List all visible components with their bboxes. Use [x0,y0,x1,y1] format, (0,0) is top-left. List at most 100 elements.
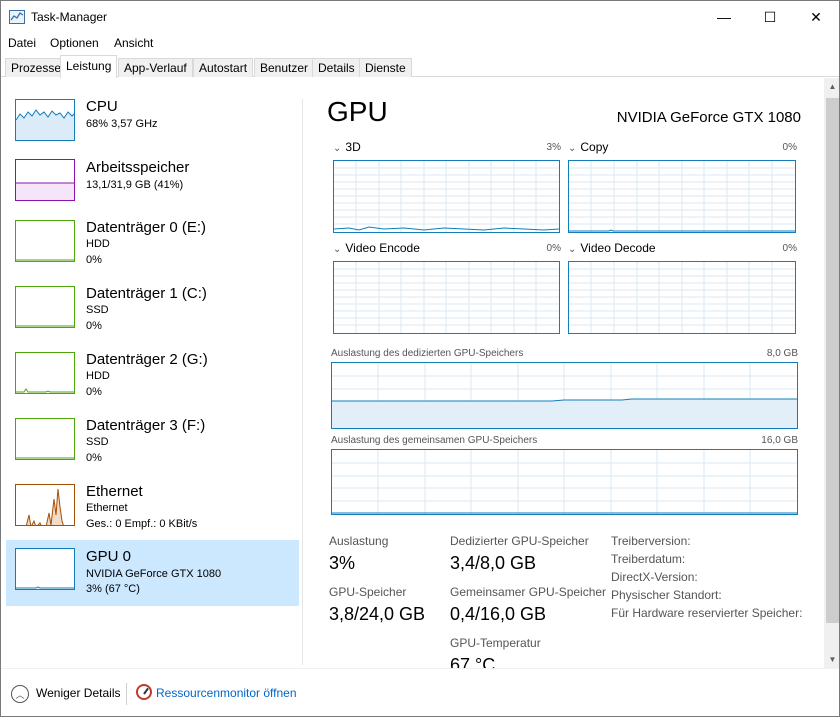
fewer-details-button[interactable]: Weniger Details [36,686,120,700]
sidebar-item-detail: Ges.: 0 Empf.: 0 KBit/s [86,518,198,530]
close-button[interactable]: ✕ [793,1,839,33]
scroll-thumb[interactable] [826,98,839,623]
disk-1-thumbnail-graph [15,286,75,328]
gpu-detail-panel: GPU NVIDIA GeForce GTX 1080 ⌄ 3D 3% ⌄ Copy… [303,78,825,668]
close-icon: ✕ [810,8,822,25]
sidebar-item-detail: 13,1/31,9 GB (41%) [86,179,184,191]
sidebar-item-detail: SSD [86,436,109,448]
tab-dienste[interactable]: Dienste [359,58,412,77]
tab-strip: Prozesse Leistung App-Verlauf Autostart … [1,55,839,78]
dedicated-memory-max: 8,0 GB [766,348,798,359]
vertical-scrollbar[interactable]: ▲ ▼ [824,78,839,668]
engine-name: Copy [580,140,609,154]
ethernet-thumbnail-graph [15,484,75,526]
property-physical-location: Physischer Standort: [611,588,722,602]
sidebar-item-detail: 0% [86,254,102,266]
engine-name: Video Encode [345,241,420,255]
disk-3-thumbnail-graph [15,418,75,460]
footer-bar: ︿ Weniger Details Ressourcenmonitor öffn… [1,668,839,716]
engine-selector-copy[interactable]: ⌄ Copy [568,140,608,154]
maximize-button[interactable]: ☐ [747,1,793,33]
sidebar-item-memory[interactable]: Arbeitsspeicher 13,1/31,9 GB (41%) [6,154,299,220]
property-directx-version: DirectX-Version: [611,570,698,584]
gpu-model-name: NVIDIA GeForce GTX 1080 [616,109,801,126]
sidebar-item-ethernet[interactable]: Ethernet Ethernet Ges.: 0 Empf.: 0 KBit/… [6,479,299,545]
chevron-down-icon: ⌄ [568,143,577,154]
task-manager-window: Task-Manager — ☐ ✕ Datei Optionen Ansich… [0,0,840,717]
sidebar-item-detail: NVIDIA GeForce GTX 1080 [86,568,222,580]
window-title: Task-Manager [31,10,108,24]
tab-app-verlauf[interactable]: App-Verlauf [118,58,193,77]
dedicated-gpu-memory-label: Dedizierter GPU-Speicher [450,534,589,548]
sidebar-item-title: Ethernet [86,483,143,500]
memory-thumbnail-graph [15,159,75,201]
minimize-icon: — [717,9,731,25]
sidebar-item-disk-3[interactable]: Datenträger 3 (F:) SSD 0% [6,413,299,479]
engine-graph-copy [568,160,796,233]
footer-separator [126,683,127,705]
engine-selector-3d[interactable]: ⌄ 3D [333,140,361,154]
maximize-icon: ☐ [763,8,777,25]
shared-memory-label: Auslastung des gemeinsamen GPU-Speichers [331,435,538,446]
engine-selector-video-encode[interactable]: ⌄ Video Encode [333,241,420,255]
menu-datei[interactable]: Datei [8,36,36,50]
shared-memory-max: 16,0 GB [761,435,798,446]
gpu-temperature-label: GPU-Temperatur [450,636,541,650]
tab-leistung[interactable]: Leistung [60,55,118,78]
gpu-0-thumbnail-graph [15,548,75,590]
dedicated-memory-label: Auslastung des dedizierten GPU-Speichers [331,348,524,359]
gpu-temperature-value: 67 °C [450,655,496,668]
sidebar-item-disk-1[interactable]: Datenträger 1 (C:) SSD 0% [6,281,299,347]
resource-monitor-icon[interactable] [136,684,152,700]
sidebar-item-detail: Ethernet [86,502,128,514]
sidebar-item-detail: 0% [86,452,102,464]
property-hardware-reserved-memory: Für Hardware reservierter Speicher: [611,606,803,620]
dedicated-gpu-memory-value: 3,4/8,0 GB [450,553,537,573]
sidebar-item-title: CPU [86,98,118,115]
chevron-up-icon[interactable]: ︿ [11,685,29,703]
menu-bar: Datei Optionen Ansicht [1,33,839,53]
sidebar-item-detail: HDD [86,238,110,250]
menu-optionen[interactable]: Optionen [50,36,99,50]
chevron-down-icon: ⌄ [333,244,342,255]
sidebar-item-disk-2[interactable]: Datenträger 2 (G:) HDD 0% [6,347,299,413]
tab-details[interactable]: Details [312,58,361,77]
sidebar-item-detail: 68% 3,57 GHz [86,118,158,130]
gpu-memory-label: GPU-Speicher [329,585,407,599]
engine-graph-3d [333,160,560,233]
tab-autostart[interactable]: Autostart [193,58,254,77]
tab-benutzer[interactable]: Benutzer [254,58,315,77]
scroll-down-arrow-icon[interactable]: ▼ [824,651,839,668]
chevron-down-icon: ⌄ [333,143,342,154]
engine-percent: 0% [782,243,797,254]
scroll-up-arrow-icon[interactable]: ▲ [824,78,839,95]
sidebar-item-detail: 3% (67 °C) [86,583,140,595]
gpu-memory-value: 3,8/24,0 GB [329,604,426,624]
property-driver-date: Treiberdatum: [611,552,686,566]
shared-gpu-memory-value: 0,4/16,0 GB [450,604,547,624]
property-driver-version: Treiberversion: [611,534,691,548]
open-resource-monitor-link[interactable]: Ressourcenmonitor öffnen [156,686,297,700]
engine-name: 3D [345,140,361,154]
sidebar-item-disk-0[interactable]: Datenträger 0 (E:) HDD 0% [6,215,299,281]
sidebar-item-gpu-0[interactable]: GPU 0 NVIDIA GeForce GTX 1080 3% (67 °C) [6,540,299,606]
sidebar-item-cpu[interactable]: CPU 68% 3,57 GHz [6,94,299,160]
shared-gpu-memory-label: Gemeinsamer GPU-Speicher [450,585,607,599]
engine-graph-video-decode [568,261,796,334]
menu-ansicht[interactable]: Ansicht [114,36,153,50]
sidebar-item-title: Datenträger 0 (E:) [86,219,207,236]
sidebar-item-title: Datenträger 2 (G:) [86,351,208,368]
engine-percent: 0% [546,243,561,254]
minimize-button[interactable]: — [701,1,747,33]
engine-percent: 0% [782,142,797,153]
disk-0-thumbnail-graph [15,220,75,262]
sidebar-item-title: GPU 0 [86,548,132,565]
title-bar[interactable]: Task-Manager — ☐ ✕ [1,1,839,33]
engine-selector-video-decode[interactable]: ⌄ Video Decode [568,241,656,255]
task-manager-app-icon [9,10,25,24]
tab-prozesse[interactable]: Prozesse [5,58,68,77]
dedicated-memory-graph [331,362,798,429]
sidebar-item-title: Arbeitsspeicher [86,159,190,176]
sidebar-item-title: Datenträger 1 (C:) [86,285,207,302]
disk-2-thumbnail-graph [15,352,75,394]
